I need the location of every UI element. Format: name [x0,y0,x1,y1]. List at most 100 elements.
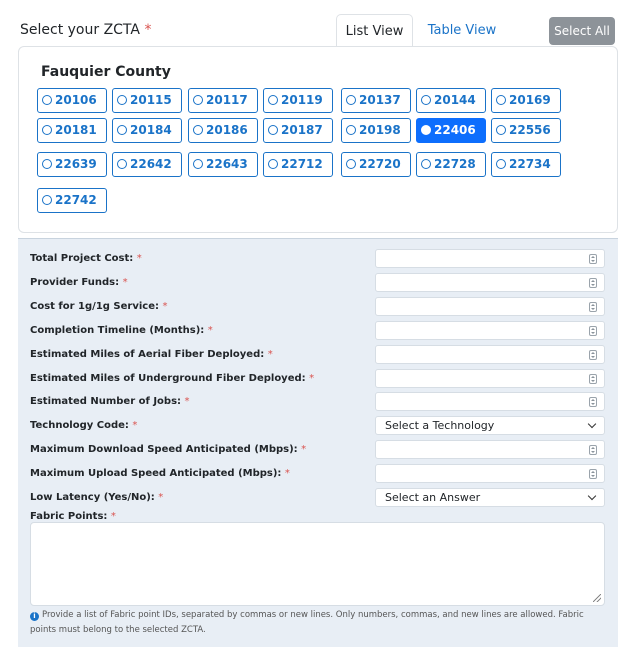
zcta-option-20115[interactable]: 20115 [112,88,182,113]
radio-icon [421,125,431,135]
field-label-text: Low Latency (Yes/No): [30,492,155,503]
zcta-label: 20106 [55,93,97,107]
required-mark: * [144,22,152,38]
required-mark: * [110,511,116,522]
zcta-label: 22639 [55,157,97,171]
select-value: Select a Technology [385,419,495,432]
zcta-label: 20184 [130,123,172,137]
zcta-option-22742[interactable]: 22742 [37,188,107,213]
field-label-9: Maximum Upload Speed Anticipated (Mbps):… [30,468,290,479]
zcta-label: 22556 [509,123,551,137]
zcta-option-20181[interactable]: 20181 [37,118,107,143]
field-label-4: Estimated Miles of Aerial Fiber Deployed… [30,349,273,360]
spinner-icon[interactable] [589,445,597,455]
zcta-option-20187[interactable]: 20187 [263,118,333,143]
technology-select[interactable]: Select a Technology [375,416,605,435]
spinner-icon[interactable] [589,374,597,384]
zcta-label: 20117 [206,93,248,107]
zcta-option-20198[interactable]: 20198 [341,118,411,143]
number-input-1[interactable] [375,273,605,292]
required-mark: * [309,373,315,384]
field-label-text: Provider Funds: [30,277,120,288]
zcta-option-22728[interactable]: 22728 [416,152,486,177]
zcta-option-22639[interactable]: 22639 [37,152,107,177]
zcta-option-22643[interactable]: 22643 [188,152,258,177]
radio-icon [117,159,127,169]
spinner-icon[interactable] [589,326,597,336]
info-icon: i [30,612,39,621]
number-input-8[interactable] [375,440,605,459]
field-label-text: Estimated Miles of Underground Fiber Dep… [30,373,306,384]
field-label-text: Estimated Number of Jobs: [30,396,182,407]
zcta-label: 22712 [281,157,323,171]
zcta-label: 22643 [206,157,248,171]
zcta-option-20137[interactable]: 20137 [341,88,411,113]
tab-list-view[interactable]: List View [336,14,413,47]
zcta-option-20117[interactable]: 20117 [188,88,258,113]
radio-icon [42,159,52,169]
spinner-icon[interactable] [589,350,597,360]
field-label-6: Estimated Number of Jobs: * [30,396,190,407]
zcta-option-22556[interactable]: 22556 [491,118,561,143]
fabric-help-text: i Provide a list of Fabric point IDs, sep… [30,610,584,621]
tab-table-view[interactable]: Table View [416,14,508,47]
required-mark: * [184,396,190,407]
fabric-points-textarea[interactable] [30,522,605,606]
field-label-text: Technology Code: [30,420,129,431]
zcta-option-20144[interactable]: 20144 [416,88,486,113]
zcta-option-20186[interactable]: 20186 [188,118,258,143]
spinner-icon[interactable] [589,278,597,288]
number-input-6[interactable] [375,392,605,411]
zcta-label: 20181 [55,123,97,137]
zcta-option-22712[interactable]: 22712 [263,152,333,177]
latency-select[interactable]: Select an Answer [375,488,605,507]
number-input-3[interactable] [375,321,605,340]
required-mark: * [132,420,138,431]
number-input-0[interactable] [375,249,605,268]
spinner-icon[interactable] [589,254,597,264]
radio-icon [496,95,506,105]
radio-icon [193,95,203,105]
county-name: Fauquier County [41,64,171,80]
radio-icon [42,125,52,135]
zcta-option-22642[interactable]: 22642 [112,152,182,177]
field-label-text: Total Project Cost: [30,253,134,264]
field-label-3: Completion Timeline (Months): * [30,325,213,336]
radio-icon [117,125,127,135]
field-label-10: Low Latency (Yes/No): * [30,492,163,503]
field-label-7: Technology Code: * [30,420,137,431]
radio-icon [496,125,506,135]
field-label-5: Estimated Miles of Underground Fiber Dep… [30,373,314,384]
field-label-text: Maximum Download Speed Anticipated (Mbps… [30,444,298,455]
zcta-option-20106[interactable]: 20106 [37,88,107,113]
number-input-4[interactable] [375,345,605,364]
project-form: Total Project Cost: * Provider Funds: * Co… [18,238,618,647]
spinner-icon[interactable] [589,469,597,479]
radio-icon [496,159,506,169]
radio-icon [268,125,278,135]
spinner-icon[interactable] [589,302,597,312]
radio-icon [42,195,52,205]
zcta-option-20119[interactable]: 20119 [263,88,333,113]
resize-grip-icon[interactable] [593,594,601,602]
radio-icon [346,95,356,105]
zcta-title: Select your ZCTA * [20,22,151,38]
zcta-option-20184[interactable]: 20184 [112,118,182,143]
radio-icon [268,95,278,105]
field-label-text: Maximum Upload Speed Anticipated (Mbps): [30,468,282,479]
zcta-label: 20115 [130,93,172,107]
number-input-2[interactable] [375,297,605,316]
select-all-button[interactable]: Select All [549,17,615,45]
zcta-option-22720[interactable]: 22720 [341,152,411,177]
spinner-icon[interactable] [589,397,597,407]
zcta-option-22406[interactable]: 22406 [416,118,486,143]
required-mark: * [301,444,307,455]
number-input-5[interactable] [375,369,605,388]
zcta-option-22734[interactable]: 22734 [491,152,561,177]
required-mark: * [267,349,273,360]
radio-icon [346,125,356,135]
number-input-9[interactable] [375,464,605,483]
required-mark: * [158,492,164,503]
zcta-option-20169[interactable]: 20169 [491,88,561,113]
fabric-help-line-1: Provide a list of Fabric point IDs, sepa… [42,610,584,620]
